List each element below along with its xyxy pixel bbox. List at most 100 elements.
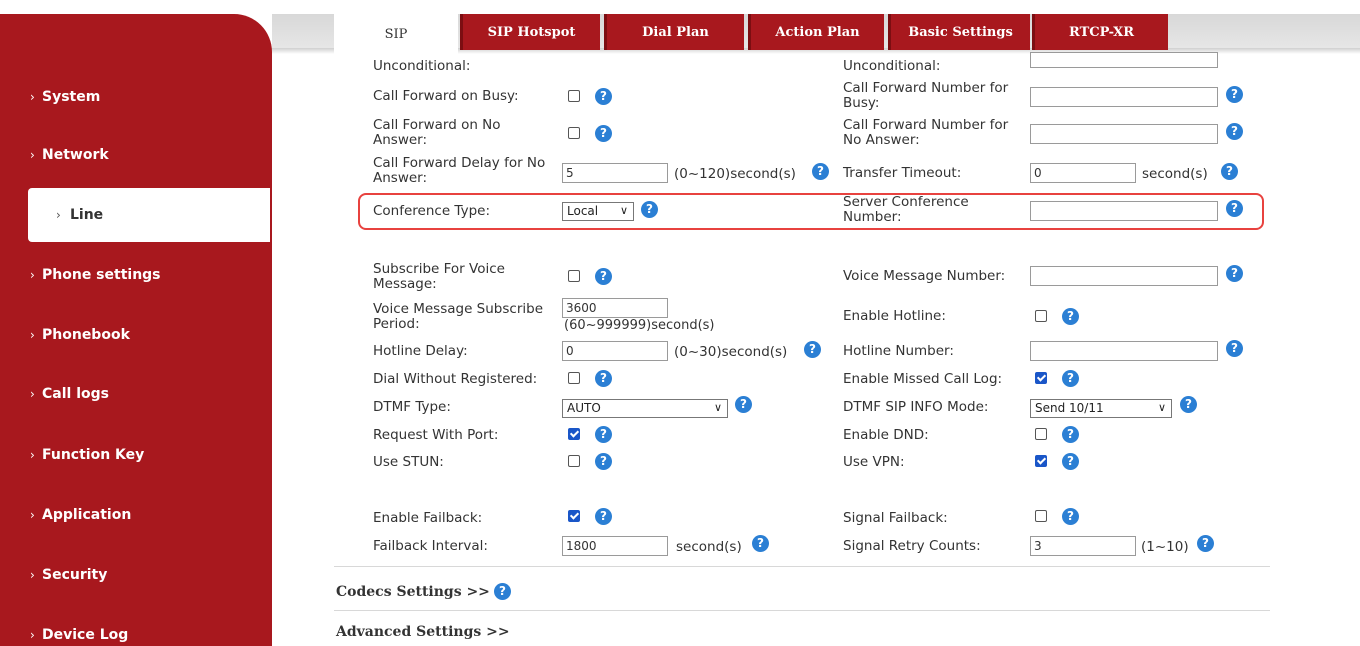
help-icon[interactable]: ?: [1226, 86, 1243, 103]
use-vpn-label: Use VPN:: [843, 454, 905, 470]
enable-failback-checkbox[interactable]: [568, 510, 580, 522]
missed-call-log-checkbox[interactable]: [1035, 372, 1047, 384]
vm-period-label: Voice Message Subscribe Period:: [373, 301, 544, 332]
transfer-timeout-input[interactable]: 0: [1030, 163, 1136, 183]
failback-interval-label: Failback Interval:: [373, 538, 488, 554]
tab-basic-settings[interactable]: Basic Settings: [888, 14, 1030, 50]
enable-hotline-checkbox[interactable]: [1035, 310, 1047, 322]
chevron-right-icon: ›: [30, 628, 35, 642]
server-conference-label: Server Conference Number:: [843, 194, 969, 225]
chevron-down-icon: ∨: [1157, 401, 1166, 414]
cf-busy-number-label: Call Forward Number for Busy:: [843, 80, 1009, 111]
sidebar-item-call-logs[interactable]: › Call logs: [0, 371, 272, 417]
sidebar-item-function-key[interactable]: › Function Key: [0, 432, 272, 478]
signal-failback-label: Signal Failback:: [843, 510, 948, 526]
cf-busy-checkbox[interactable]: [568, 90, 580, 102]
help-icon[interactable]: ?: [1062, 508, 1079, 525]
cf-unconditional-number-input[interactable]: [1030, 52, 1218, 68]
cf-noanswer-checkbox[interactable]: [568, 127, 580, 139]
chevron-right-icon: ›: [30, 148, 35, 162]
use-stun-label: Use STUN:: [373, 454, 444, 470]
codecs-settings-link[interactable]: Codecs Settings >>: [336, 584, 490, 600]
cf-busy-number-input[interactable]: [1030, 87, 1218, 107]
help-icon[interactable]: ?: [595, 370, 612, 387]
help-icon[interactable]: ?: [1180, 396, 1197, 413]
help-icon[interactable]: ?: [1062, 308, 1079, 325]
advanced-settings-link[interactable]: Advanced Settings >>: [336, 624, 510, 640]
tab-rtcp-xr[interactable]: RTCP-XR: [1032, 14, 1168, 50]
tab-dial-plan[interactable]: Dial Plan: [604, 14, 744, 50]
help-icon[interactable]: ?: [735, 396, 752, 413]
missed-call-log-label: Enable Missed Call Log:: [843, 371, 1003, 387]
hotline-delay-label: Hotline Delay:: [373, 343, 468, 359]
help-icon[interactable]: ?: [1062, 426, 1079, 443]
server-conference-input[interactable]: [1030, 201, 1218, 221]
dtmf-type-select[interactable]: AUTO ∨: [562, 399, 728, 418]
help-icon[interactable]: ?: [595, 453, 612, 470]
dial-without-registered-checkbox[interactable]: [568, 372, 580, 384]
help-icon[interactable]: ?: [752, 535, 769, 552]
help-icon[interactable]: ?: [1221, 163, 1238, 180]
help-icon[interactable]: ?: [812, 163, 829, 180]
help-icon[interactable]: ?: [641, 201, 658, 218]
request-with-port-checkbox[interactable]: [568, 428, 580, 440]
help-icon[interactable]: ?: [595, 125, 612, 142]
use-stun-checkbox[interactable]: [568, 455, 580, 467]
sidebar-item-phonebook[interactable]: › Phonebook: [0, 312, 272, 358]
conference-type-select[interactable]: Local ∨: [562, 202, 634, 221]
tab-sip-hotspot[interactable]: SIP Hotspot: [460, 14, 600, 50]
enable-dnd-label: Enable DND:: [843, 427, 929, 443]
vm-number-input[interactable]: [1030, 266, 1218, 286]
help-icon[interactable]: ?: [1226, 200, 1243, 217]
signal-failback-checkbox[interactable]: [1035, 510, 1047, 522]
help-icon[interactable]: ?: [595, 88, 612, 105]
sidebar-item-phone-settings[interactable]: › Phone settings: [0, 252, 272, 298]
cf-delay-input[interactable]: 5: [562, 163, 668, 183]
chevron-right-icon: ›: [30, 508, 35, 522]
hotline-number-input[interactable]: [1030, 341, 1218, 361]
subscribe-vm-checkbox[interactable]: [568, 270, 580, 282]
sidebar-item-application[interactable]: › Application: [0, 492, 272, 538]
failback-interval-input[interactable]: 1800: [562, 536, 668, 556]
help-icon[interactable]: ?: [595, 426, 612, 443]
tab-action-plan[interactable]: Action Plan: [748, 14, 884, 50]
help-icon[interactable]: ?: [804, 341, 821, 358]
tab-sip[interactable]: SIP: [334, 14, 458, 54]
vm-period-input[interactable]: 3600: [562, 298, 668, 318]
request-with-port-label: Request With Port:: [373, 427, 499, 443]
help-icon[interactable]: ?: [1062, 453, 1079, 470]
sidebar-item-label: Phonebook: [42, 327, 130, 343]
sidebar-item-line[interactable]: › Line: [28, 188, 270, 242]
sidebar-item-system[interactable]: › System: [0, 74, 272, 120]
hotline-delay-input[interactable]: 0: [562, 341, 668, 361]
help-icon[interactable]: ?: [1062, 370, 1079, 387]
help-icon[interactable]: ?: [1226, 123, 1243, 140]
use-vpn-checkbox[interactable]: [1035, 455, 1047, 467]
dtmf-sip-info-select[interactable]: Send 10/11 ∨: [1030, 399, 1172, 418]
help-icon[interactable]: ?: [595, 508, 612, 525]
sidebar-item-security[interactable]: › Security: [0, 552, 272, 598]
chevron-down-icon: ∨: [619, 204, 628, 217]
sidebar-item-device-log[interactable]: › Device Log: [0, 612, 272, 646]
help-icon[interactable]: ?: [1226, 340, 1243, 357]
cf-unconditional-label: Unconditional:: [373, 58, 471, 74]
divider: [334, 566, 1270, 567]
sidebar-item-label: Application: [42, 507, 132, 523]
cf-noanswer-number-input[interactable]: [1030, 124, 1218, 144]
signal-retry-input[interactable]: 3: [1030, 536, 1136, 556]
cf-busy-label: Call Forward on Busy:: [373, 88, 519, 104]
help-icon[interactable]: ?: [595, 268, 612, 285]
sidebar: › System › Network › Line › Phone settings ›…: [0, 14, 272, 646]
enable-dnd-checkbox[interactable]: [1035, 428, 1047, 440]
vm-period-unit: (60~999999)second(s): [564, 318, 715, 333]
vm-number-label: Voice Message Number:: [843, 268, 1006, 284]
help-icon[interactable]: ?: [1226, 265, 1243, 282]
sidebar-item-network[interactable]: › Network: [0, 132, 272, 178]
help-icon[interactable]: ?: [494, 583, 511, 600]
help-icon[interactable]: ?: [1197, 535, 1214, 552]
chevron-right-icon: ›: [30, 387, 35, 401]
sidebar-item-label: Device Log: [42, 627, 129, 643]
failback-interval-unit: second(s): [676, 539, 742, 555]
chevron-right-icon: ›: [56, 208, 61, 222]
cf-delay-unit: (0~120)second(s): [674, 166, 796, 182]
